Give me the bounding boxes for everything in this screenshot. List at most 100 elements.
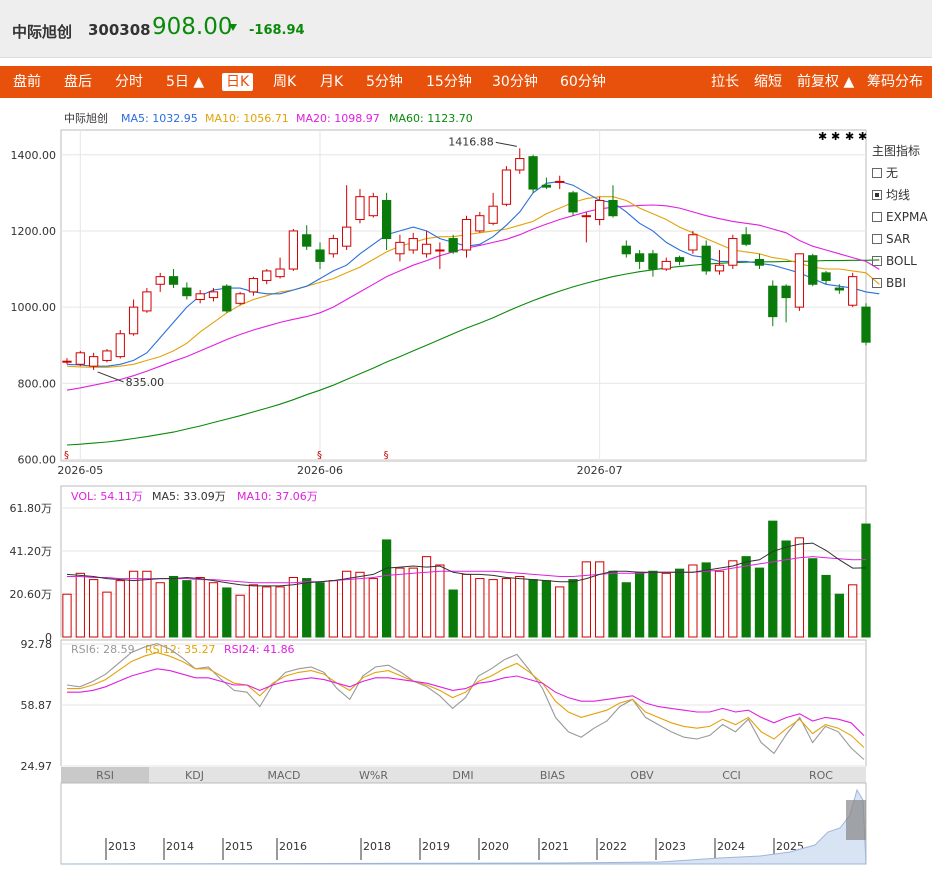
volume-bar [342,570,352,638]
volume-y-tick: 61.80万 [10,502,53,515]
checkbox-icon[interactable] [872,212,882,222]
volume-bar [208,582,219,638]
checkbox-icon[interactable] [872,168,882,178]
volume-bar [62,593,72,638]
volume-bar [501,578,512,638]
volume-bar [848,584,858,638]
indicator-option-2[interactable]: EXPMA [872,209,928,225]
indicator-option-label: BOLL [886,254,917,268]
indicator-tab-5[interactable]: BIAS [540,769,565,782]
volume-bar [595,561,605,638]
checkbox-icon[interactable] [872,278,882,288]
volume-bar [355,571,365,638]
toolbar-item-8[interactable]: 15分钟 [426,66,472,98]
rsi-line-rsi6 [66,643,865,760]
candle-body [435,249,445,252]
volume-bar [75,572,85,638]
toolbar-right-item-1[interactable]: 缩短 [754,66,782,98]
volume-bar [741,556,751,638]
candle-body [661,260,671,270]
volume-panel-frame [60,485,867,638]
indicator-panel-title: 主图指标 [872,144,921,158]
main-legend-2: MA10: 1056.71 [205,112,289,125]
candle-body [621,245,631,255]
candle-body [62,360,72,363]
volume-bar [275,586,285,638]
toolbar-item-6[interactable]: 月K [320,66,343,98]
indicator-tab-1[interactable]: KDJ [185,769,204,782]
rsi-legend-0: RSI6: 28.59 [71,643,135,656]
overview-area [60,788,867,865]
checkbox-icon[interactable] [872,190,882,200]
volume-bar [661,572,671,638]
indicator-option-4[interactable]: BOLL [872,253,917,269]
volume-bar [475,578,485,638]
candle-body [741,234,751,245]
toolbar-right-item-2[interactable]: 前复权 ▲ [797,66,854,98]
volume-bar [754,567,765,638]
indicator-tab-4[interactable]: DMI [452,769,473,782]
candle-body [195,293,205,300]
toolbar-item-2[interactable]: 分时 [115,66,143,98]
volume-bar [568,579,578,638]
candle-body [128,306,139,335]
rsi-line-rsi24 [67,668,865,736]
indicator-option-label: 无 [886,166,899,180]
candle-body [541,184,552,188]
toolbar-item-5[interactable]: 周K [273,66,296,98]
candle-body [634,253,645,262]
candle-body [781,285,791,299]
indicator-tab-6[interactable]: OBV [630,769,654,782]
volume-bar [808,558,818,638]
main-ma60-line [66,259,880,446]
indicator-tab-2[interactable]: MACD [268,769,301,782]
toolbar-item-4[interactable]: 日K [222,73,254,91]
overview-year-label: 2019 [422,840,450,853]
toolbar-item-3[interactable]: 5日 ▲ [166,66,204,98]
indicator-tab-8[interactable]: ROC [809,769,833,782]
indicator-option-5[interactable]: BBI [872,275,906,291]
toolbar-item-10[interactable]: 60分钟 [560,66,606,98]
toolbar-item-7[interactable]: 5分钟 [366,66,403,98]
toolbar-item-0[interactable]: 盘前 [13,66,41,98]
indicator-option-1[interactable]: 均线 [872,187,910,203]
toolbar-item-1[interactable]: 盘后 [64,66,92,98]
candle-body [395,241,405,255]
candle-body [475,215,485,232]
indicator-option-0[interactable]: 无 [872,165,898,181]
period-toolbar: 盘前 盘后 分时 5日 ▲ 日K 周K 月K 5分钟 15分钟 30分钟 60分钟 拉长 缩短 前复权 ▲… [0,66,932,98]
volume-bar [235,594,245,638]
candle-body [75,352,85,365]
candle-body [288,230,299,270]
toolbar-item-9[interactable]: 30分钟 [492,66,538,98]
main-legend-3: MA20: 1098.97 [296,112,380,125]
candle-body [342,226,352,247]
volume-bar [555,586,565,638]
volume-y-tick: 0 [45,631,52,644]
rsi-y-tick: 92.78 [21,638,53,651]
annotation-arrow-line [495,141,517,147]
volume-ma5-line [66,542,867,587]
toolbar-right-item-0[interactable]: 拉长 [711,66,739,98]
volume-bar [634,571,645,638]
checkbox-icon[interactable] [872,234,882,244]
volume-bar [395,567,405,638]
indicator-tab-7[interactable]: CCI [722,769,741,782]
price-change: -168.94 [249,23,305,38]
candle-body [595,199,605,221]
volume-bar [142,570,152,638]
main-ma20-line [66,204,880,391]
volume-bar [381,539,392,638]
indicator-option-label: SAR [886,232,911,246]
toolbar-right-item-3[interactable]: 筹码分布 [867,66,923,98]
checkbox-icon[interactable] [872,256,882,266]
main-x-tick: 2026-07 [577,464,623,477]
indicator-tab-3[interactable]: W%R [359,769,388,782]
candle-body [408,238,418,251]
indicator-option-3[interactable]: SAR [872,231,910,247]
candle-body [89,356,99,367]
candle-body [808,255,818,285]
candle-body [115,333,125,358]
volume-bar [541,580,552,638]
indicator-tab-0[interactable]: RSI [96,769,114,782]
